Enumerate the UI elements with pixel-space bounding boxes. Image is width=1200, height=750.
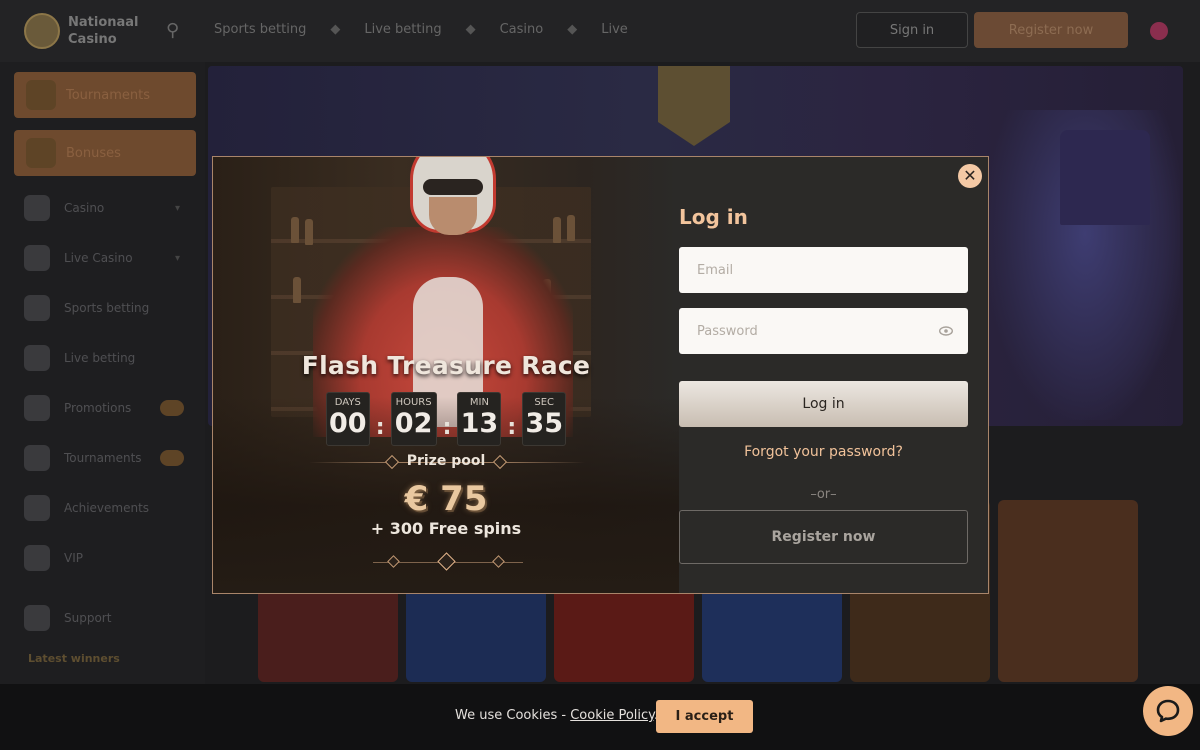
promo-panel: Flash Treasure Race DAYS 00 : HOURS 02 :… [213,157,679,593]
sidebar-item-live-casino[interactable]: Live Casino ▾ [24,243,184,273]
top-hat-art [1060,130,1150,225]
sidebar-item-support[interactable]: Support [24,603,184,633]
sidebar-item-vip[interactable]: VIP [24,543,184,573]
countdown-value: 02 [394,408,433,439]
countdown-timer: DAYS 00 : HOURS 02 : MIN 13 : SEC 35 [213,392,679,446]
login-button[interactable]: Log in [679,381,968,427]
sidebar-item-promotions[interactable]: Promotions [24,393,184,423]
sidebar-item-tournaments[interactable]: Tournaments [24,443,184,473]
laurel-icon [24,495,50,521]
chevron-down-icon: ▾ [174,252,180,264]
chat-support-button[interactable] [1143,686,1193,736]
nav-link-casino[interactable]: Casino [500,22,544,37]
eye-icon[interactable] [939,326,953,336]
sidebar-item-label: Achievements [64,501,150,515]
sidebar-item-label: Live betting [64,351,136,365]
countdown-label: SEC [534,397,555,408]
free-spins-text: + 300 Free spins [370,519,522,538]
diamond-icon [24,545,50,571]
password-field[interactable] [679,308,968,354]
nav-link-live[interactable]: Live [601,22,628,37]
or-divider: –or– [810,487,837,502]
latest-winners-heading: Latest winners [28,652,120,665]
cookie-text: We use Cookies - [455,708,571,723]
gift-icon [26,138,56,168]
sidebar-promo-label: Bonuses [66,145,121,161]
sidebar-item-label: Sports betting [64,301,150,315]
nav-separator-icon: ◆ [567,22,578,37]
prize-pool-label: Prize pool [406,453,486,469]
sidebar-item-live-betting[interactable]: Live betting [24,343,184,373]
countdown-value: 13 [460,408,499,439]
sidebar-item-achievements[interactable]: Achievements [24,493,184,523]
login-modal: Flash Treasure Race DAYS 00 : HOURS 02 :… [212,156,989,594]
countdown-value: 00 [328,408,367,439]
forgot-password-link[interactable]: Forgot your password? [679,444,968,460]
sidebar-promo-tournaments[interactable]: Tournaments [14,72,196,118]
sidebar-item-label: Live Casino [64,251,133,265]
top-nav-links: Sports betting ◆ Live betting ◆ Casino ◆… [214,22,628,37]
slots-icon [24,195,50,221]
promo-title: Flash Treasure Race [301,351,591,380]
search-icon[interactable]: ⚲ [166,20,186,41]
logo-emblem [24,13,60,49]
count-badge [160,400,184,416]
count-badge [160,450,184,466]
logo-line-1: Nationaal [68,15,139,30]
countdown-separator: : [507,414,517,440]
sidebar-item-label: Casino [64,201,105,215]
nav-separator-icon: ◆ [330,22,341,37]
login-title: Log in [679,205,748,229]
sidebar-item-sports-betting[interactable]: Sports betting [24,293,184,323]
language-flag-icon[interactable] [1150,22,1168,40]
top-navigation-bar: Nationaal Casino ⚲ Sports betting ◆ Live… [0,0,1200,62]
game-tile[interactable] [998,500,1138,682]
nav-link-live-betting[interactable]: Live betting [364,22,441,37]
nav-link-sports[interactable]: Sports betting [214,22,306,37]
sidebar-promo-label: Tournaments [66,87,151,103]
live-icon [24,345,50,371]
signin-button[interactable]: Sign in [856,12,968,48]
countdown-label: MIN [469,397,489,408]
countdown-days: DAYS 00 [325,392,370,446]
site-logo[interactable]: Nationaal Casino [24,12,144,50]
headset-icon [24,605,50,631]
countdown-value: 35 [525,408,563,439]
countdown-seconds: SEC 35 [522,392,567,446]
sidebar-item-label: VIP [64,551,83,565]
cookie-accept-button[interactable]: I accept [656,700,753,733]
sidebar-item-label: Tournaments [64,451,142,465]
countdown-separator: : [375,414,385,440]
countdown-separator: : [442,414,452,440]
countdown-minutes: MIN 13 [457,392,502,446]
megaphone-icon [24,395,50,421]
chevron-down-icon: ▾ [174,202,180,214]
register-button-top[interactable]: Register now [974,12,1128,48]
countdown-hours: HOURS 02 [390,392,437,446]
nav-separator-icon: ◆ [465,22,476,37]
sidebar-item-label: Support [64,611,112,625]
prize-pool-amount: € 75 [404,479,488,519]
cookie-message: We use Cookies - Cookie Policy. [455,708,658,723]
ball-icon [24,295,50,321]
cookie-policy-link[interactable]: Cookie Policy [570,708,654,723]
sidebar-item-casino[interactable]: Casino ▾ [24,193,184,223]
email-field[interactable] [679,247,968,293]
logo-line-2: Casino [68,32,117,47]
chat-bubble-icon [1156,699,1180,723]
countdown-label: DAYS [334,397,361,408]
sidebar-promo-bonuses[interactable]: Bonuses [14,130,196,176]
cup-icon [24,445,50,471]
trophy-icon [26,80,56,110]
sidebar-item-label: Promotions [64,401,132,415]
close-icon[interactable]: ✕ [958,164,982,188]
countdown-label: HOURS [395,397,432,408]
register-button[interactable]: Register now [679,510,968,564]
dealer-icon [24,245,50,271]
